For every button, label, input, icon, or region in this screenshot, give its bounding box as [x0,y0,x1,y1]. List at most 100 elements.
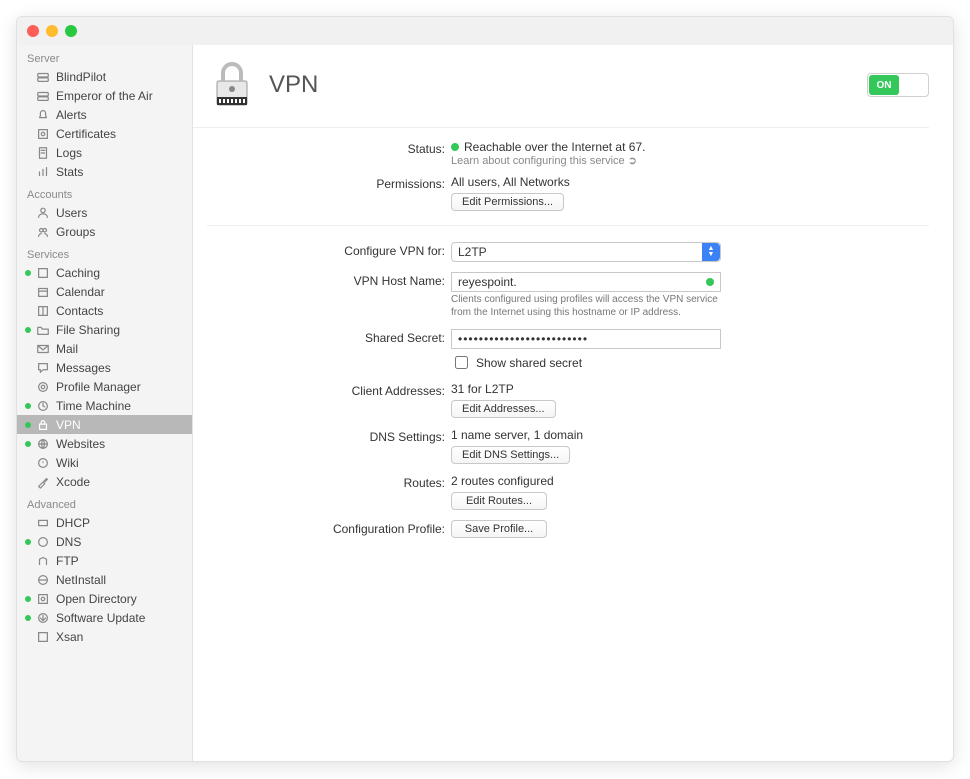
arrow-circle-icon: ➲ [628,155,637,167]
service-running-dot [25,441,31,447]
msg-icon [35,360,50,375]
hostname-input[interactable]: reyespoint. [451,272,721,292]
service-toggle[interactable]: ON [867,73,929,97]
sidebar-item-label: DNS [56,535,81,549]
sidebar-item-mail[interactable]: Mail [17,339,192,358]
hammer-icon [35,474,50,489]
service-running-dot [25,270,31,276]
sidebar-item-timemachine[interactable]: Time Machine [17,396,192,415]
show-shared-secret-checkbox[interactable] [455,356,468,369]
edit-permissions-button[interactable]: Edit Permissions... [451,193,564,211]
sidebar-item-users[interactable]: Users [17,203,192,222]
service-running-dot [25,422,31,428]
edit-routes-button[interactable]: Edit Routes... [451,492,547,510]
sidebar-item-label: NetInstall [56,573,106,587]
show-shared-secret-row[interactable]: Show shared secret [451,353,582,372]
sidebar-item-softwareupdate[interactable]: Software Update [17,608,192,627]
dhcp-icon [35,515,50,530]
sidebar: Server BlindPilot Emperor of the Air Alerts… [17,45,193,761]
client-addresses-value: 31 for L2TP [451,382,514,396]
sidebar-item-blindpilot[interactable]: BlindPilot [17,67,192,86]
sidebar-item-label: Time Machine [56,399,131,413]
sidebar-item-stats[interactable]: Stats [17,162,192,181]
sidebar-item-label: Open Directory [56,592,137,606]
user-icon [35,205,50,220]
minimize-window-button[interactable] [46,25,58,37]
sidebar-item-label: Wiki [56,456,79,470]
configure-vpn-select[interactable]: L2TP ▲▼ [451,242,721,262]
cert-icon [35,126,50,141]
group-icon [35,224,50,239]
server-icon [35,88,50,103]
dns-settings-value: 1 name server, 1 domain [451,428,583,442]
sidebar-item-websites[interactable]: Websites [17,434,192,453]
page-title: VPN [269,71,867,99]
sidebar-item-contacts[interactable]: Contacts [17,301,192,320]
sidebar-item-label: Stats [56,165,83,179]
edit-dns-button[interactable]: Edit DNS Settings... [451,446,570,464]
sidebar-item-label: Calendar [56,285,105,299]
sidebar-item-caching[interactable]: Caching [17,263,192,282]
service-running-dot [25,403,31,409]
sidebar-item-groups[interactable]: Groups [17,222,192,241]
sidebar-item-label: Alerts [56,108,87,122]
configure-vpn-select-value: L2TP [458,245,487,259]
status-indicator-icon [451,143,459,151]
sidebar-group-label: Advanced [17,491,192,513]
toggle-on-label: ON [869,75,899,95]
sidebar-item-label: BlindPilot [56,70,106,84]
sidebar-item-ftp[interactable]: FTP [17,551,192,570]
sidebar-item-label: File Sharing [56,323,120,337]
sidebar-item-label: Certificates [56,127,116,141]
sidebar-item-label: Contacts [56,304,103,318]
xsan-icon [35,629,50,644]
close-window-button[interactable] [27,25,39,37]
save-profile-button[interactable]: Save Profile... [451,520,547,538]
chart-icon [35,164,50,179]
sidebar-item-wiki[interactable]: *Wiki [17,453,192,472]
sidebar-item-profilemgr[interactable]: Profile Manager [17,377,192,396]
sidebar-item-dns[interactable]: DNS [17,532,192,551]
clock-icon [35,398,50,413]
sidebar-item-filesharing[interactable]: File Sharing [17,320,192,339]
sidebar-item-messages[interactable]: Messages [17,358,192,377]
hostname-label: VPN Host Name: [207,272,451,319]
doc-icon [35,145,50,160]
service-running-dot [25,615,31,621]
sidebar-item-xsan[interactable]: Xsan [17,627,192,646]
su-icon [35,610,50,625]
dns-settings-label: DNS Settings: [207,428,451,464]
sidebar-item-xcode[interactable]: Xcode [17,472,192,491]
sidebar-item-label: Profile Manager [56,380,141,394]
main-panel: VPN ON Status: Reachable over the Intern… [193,45,953,761]
net-icon [35,572,50,587]
titlebar [17,17,953,45]
edit-addresses-button[interactable]: Edit Addresses... [451,400,556,418]
sidebar-item-opendirectory[interactable]: Open Directory [17,589,192,608]
od-icon [35,591,50,606]
sidebar-item-label: Caching [56,266,100,280]
server-app-window: Server BlindPilot Emperor of the Air Alerts… [16,16,954,762]
sidebar-item-vpn[interactable]: VPN [17,415,192,434]
select-arrows-icon: ▲▼ [702,243,720,261]
routes-value: 2 routes configured [451,474,554,488]
sidebar-item-label: Groups [56,225,95,239]
permissions-label: Permissions: [207,175,451,211]
sidebar-item-dhcp[interactable]: DHCP [17,513,192,532]
sidebar-item-emperor[interactable]: Emperor of the Air [17,86,192,105]
sidebar-item-alerts[interactable]: Alerts [17,105,192,124]
sidebar-item-netinstall[interactable]: NetInstall [17,570,192,589]
show-shared-secret-label: Show shared secret [476,356,582,370]
globe-icon [35,436,50,451]
window-controls [27,25,77,37]
zoom-window-button[interactable] [65,25,77,37]
sidebar-item-calendar[interactable]: Calendar [17,282,192,301]
status-learn-link[interactable]: Learn about configuring this service ➲ [451,154,637,167]
sidebar-group-label: Accounts [17,181,192,203]
shared-secret-input[interactable]: ••••••••••••••••••••••••• [451,329,721,349]
sidebar-item-logs[interactable]: Logs [17,143,192,162]
sidebar-item-certificates[interactable]: Certificates [17,124,192,143]
status-value: Reachable over the Internet at 67. [464,140,645,154]
mail-icon [35,341,50,356]
sidebar-group-label: Server [17,45,192,67]
